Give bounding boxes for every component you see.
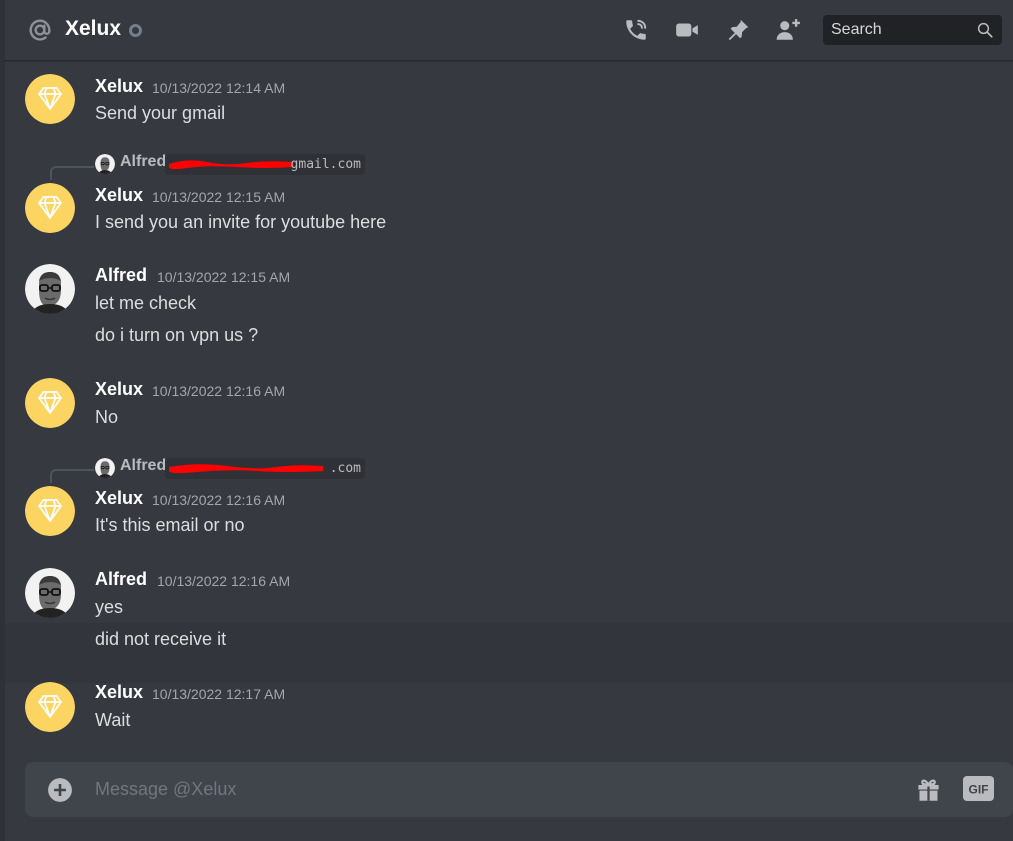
message-timestamp: 10/13/2022 12:16 AM <box>157 573 291 589</box>
alfred-reply-avatar <box>95 458 115 478</box>
message-list: Xelux 10/13/2022 12:14 AM Send your gmai… <box>5 61 1013 756</box>
message-author[interactable]: Alfred <box>95 569 147 590</box>
redaction-mark <box>167 461 327 474</box>
message-timestamp: 10/13/2022 12:14 AM <box>152 80 286 96</box>
message-text: I send you an invite for youtube here <box>95 212 387 232</box>
direct-message-view: Xelux Search Xelux 10/13/2022 12:14 AM S… <box>5 0 1013 841</box>
message-author[interactable]: Xelux <box>95 185 143 206</box>
message-text: No <box>95 407 119 427</box>
gift-icon[interactable] <box>915 776 942 803</box>
message-input[interactable] <box>95 762 875 817</box>
add-attachment-icon[interactable] <box>47 777 73 803</box>
search-icon <box>977 22 993 38</box>
message-author[interactable]: Alfred <box>95 265 147 286</box>
at-icon <box>29 19 51 41</box>
alfred-avatar[interactable] <box>25 264 75 314</box>
message-composer: GIF <box>25 762 1013 817</box>
voice-call-icon[interactable] <box>622 17 650 43</box>
message-text: Wait <box>95 710 131 730</box>
channel-header: Xelux Search <box>5 0 1013 61</box>
search-box[interactable]: Search <box>823 15 1002 45</box>
add-friend-icon[interactable] <box>774 17 802 43</box>
xelux-avatar[interactable] <box>25 183 75 233</box>
message-timestamp: 10/13/2022 12:16 AM <box>152 383 286 399</box>
message-text: did not receive it <box>95 629 227 649</box>
reply-author[interactable]: Alfred <box>120 457 166 475</box>
status-offline-icon <box>129 24 142 37</box>
reply-snippet[interactable]: .com <box>165 458 365 479</box>
message-author[interactable]: Xelux <box>95 488 143 509</box>
message-timestamp: 10/13/2022 12:17 AM <box>152 686 286 702</box>
reply-snippet[interactable]: gmail.com <box>165 154 365 175</box>
reply-spine <box>50 166 94 180</box>
redaction-mark <box>167 157 297 170</box>
video-call-icon[interactable] <box>673 17 701 43</box>
message-text: It's this email or no <box>95 515 245 535</box>
message-author[interactable]: Xelux <box>95 76 143 97</box>
reply-snippet-text: .com <box>329 461 361 476</box>
pin-icon[interactable] <box>724 17 752 43</box>
xelux-avatar[interactable] <box>25 682 75 732</box>
reply-author[interactable]: Alfred <box>120 153 166 171</box>
search-placeholder: Search <box>831 21 882 38</box>
message-text: yes <box>95 597 124 617</box>
dm-recipient-name: Xelux <box>65 17 122 40</box>
xelux-avatar[interactable] <box>25 378 75 428</box>
message-timestamp: 10/13/2022 12:15 AM <box>157 269 291 285</box>
reply-spine <box>50 469 94 483</box>
message-text: do i turn on vpn us ? <box>95 325 259 345</box>
alfred-reply-avatar <box>95 154 115 174</box>
message-author[interactable]: Xelux <box>95 682 143 703</box>
svg-text:GIF: GIF <box>969 783 989 797</box>
xelux-avatar[interactable] <box>25 486 75 536</box>
reply-snippet-text: gmail.com <box>290 157 361 172</box>
message-text: let me check <box>95 293 197 313</box>
gif-icon[interactable]: GIF <box>963 776 994 801</box>
message-author[interactable]: Xelux <box>95 379 143 400</box>
message-timestamp: 10/13/2022 12:15 AM <box>152 189 286 205</box>
message-timestamp: 10/13/2022 12:16 AM <box>152 492 286 508</box>
message-text: Send your gmail <box>95 103 226 123</box>
alfred-avatar[interactable] <box>25 568 75 618</box>
xelux-avatar[interactable] <box>25 74 75 124</box>
